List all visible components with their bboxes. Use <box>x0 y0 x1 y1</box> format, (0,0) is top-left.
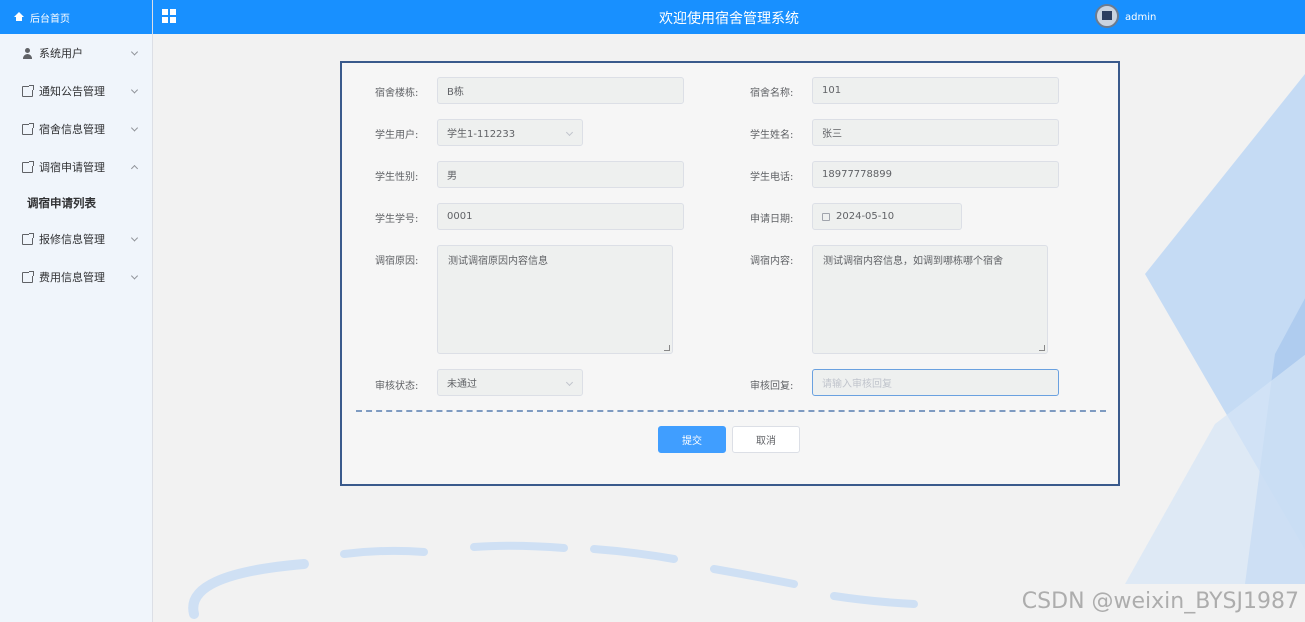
username-label[interactable]: admin <box>1125 12 1156 23</box>
chevron-down-icon <box>565 128 574 137</box>
sidebar-item-label: 费用信息管理 <box>39 271 105 284</box>
apply-date-value: 2024-05-10 <box>836 211 895 222</box>
reason-textarea[interactable]: 测试调宿原因内容信息 <box>437 245 673 354</box>
review-reply-placeholder: 请输入审核回复 <box>822 379 892 390</box>
student-name-label: 学生姓名: <box>750 130 794 141</box>
sidebar-item-fees[interactable]: 费用信息管理 <box>0 258 152 296</box>
student-gender-label: 学生性别: <box>375 172 419 183</box>
sidebar-item-dorm-info[interactable]: 宿舍信息管理 <box>0 110 152 148</box>
reason-label: 调宿原因: <box>375 256 419 267</box>
student-id-label: 学生学号: <box>375 214 419 225</box>
student-id-field[interactable]: 0001 <box>437 203 684 230</box>
chevron-down-icon <box>130 48 139 56</box>
content-label: 调宿内容: <box>750 256 794 267</box>
sidebar-item-label: 宿舍信息管理 <box>39 123 105 136</box>
sidebar-item-label: 系统用户 <box>39 47 83 60</box>
sidebar-item-repair[interactable]: 报修信息管理 <box>0 220 152 258</box>
reason-value: 测试调宿原因内容信息 <box>448 256 548 267</box>
sidebar-item-label: 通知公告管理 <box>39 85 105 98</box>
home-icon <box>14 12 24 22</box>
review-status-value: 未通过 <box>447 379 477 390</box>
chevron-down-icon <box>130 234 139 242</box>
form-divider <box>356 410 1106 412</box>
student-gender-field[interactable]: 男 <box>437 161 684 188</box>
apply-date-picker[interactable]: 2024-05-10 <box>812 203 962 230</box>
background-wave <box>188 541 918 619</box>
student-user-label: 学生用户: <box>375 130 419 141</box>
sidebar: 后台首页 系统用户 通知公告管理 宿舍信息管理 调宿申请管理 调宿申请列表 报修… <box>0 0 153 622</box>
chevron-down-icon <box>130 124 139 132</box>
sidebar-subitem-transfer-list[interactable]: 调宿申请列表 <box>0 186 152 220</box>
avatar[interactable] <box>1095 4 1119 28</box>
document-icon <box>22 122 34 135</box>
calendar-icon <box>822 212 830 221</box>
student-user-value: 学生1-112233 <box>447 129 516 140</box>
sidebar-home-label: 后台首页 <box>30 13 70 25</box>
building-field[interactable]: B栋 <box>437 77 684 104</box>
chevron-down-icon <box>130 86 139 94</box>
student-phone-field[interactable]: 18977778899 <box>812 161 1059 188</box>
document-icon <box>22 270 34 283</box>
dorm-name-field[interactable]: 101 <box>812 77 1059 104</box>
chevron-down-icon <box>565 378 574 387</box>
content-textarea[interactable]: 测试调宿内容信息，如调到哪栋哪个宿舍 <box>812 245 1048 354</box>
chevron-down-icon <box>130 272 139 280</box>
document-icon <box>22 84 34 97</box>
student-phone-label: 学生电话: <box>750 172 794 183</box>
review-reply-label: 审核回复: <box>750 381 794 392</box>
resize-handle-icon[interactable] <box>1039 345 1045 351</box>
student-user-select[interactable]: 学生1-112233 <box>437 119 583 146</box>
chevron-up-icon <box>130 164 139 173</box>
content-value: 测试调宿内容信息，如调到哪栋哪个宿舍 <box>823 256 1003 267</box>
submit-button[interactable]: 提交 <box>658 426 726 453</box>
sidebar-item-system-users[interactable]: 系统用户 <box>0 34 152 72</box>
background-decoration <box>1125 74 1305 584</box>
watermark: CSDN @weixin_BYSJ1987 <box>1021 589 1299 614</box>
document-icon <box>22 160 34 173</box>
sidebar-item-label: 调宿申请管理 <box>39 161 105 174</box>
review-status-label: 审核状态: <box>375 381 419 392</box>
building-label: 宿舍楼栋: <box>375 88 419 99</box>
review-status-select[interactable]: 未通过 <box>437 369 583 396</box>
sidebar-item-label: 报修信息管理 <box>39 233 105 246</box>
top-header: 欢迎使用宿舍管理系统 admin <box>153 0 1305 34</box>
document-icon <box>22 232 34 245</box>
resize-handle-icon[interactable] <box>664 345 670 351</box>
student-name-field[interactable]: 张三 <box>812 119 1059 146</box>
sidebar-home-link[interactable]: 后台首页 <box>0 0 152 34</box>
dorm-name-label: 宿舍名称: <box>750 88 794 99</box>
cancel-button[interactable]: 取消 <box>732 426 800 453</box>
sidebar-item-notice[interactable]: 通知公告管理 <box>0 72 152 110</box>
review-reply-input[interactable]: 请输入审核回复 <box>812 369 1059 396</box>
user-icon <box>22 47 33 59</box>
transfer-form-card: 宿舍楼栋: B栋 宿舍名称: 101 学生用户: 学生1-112233 学生姓名… <box>340 61 1120 486</box>
sidebar-item-transfer-apply[interactable]: 调宿申请管理 <box>0 148 152 186</box>
apply-date-label: 申请日期: <box>750 214 794 225</box>
